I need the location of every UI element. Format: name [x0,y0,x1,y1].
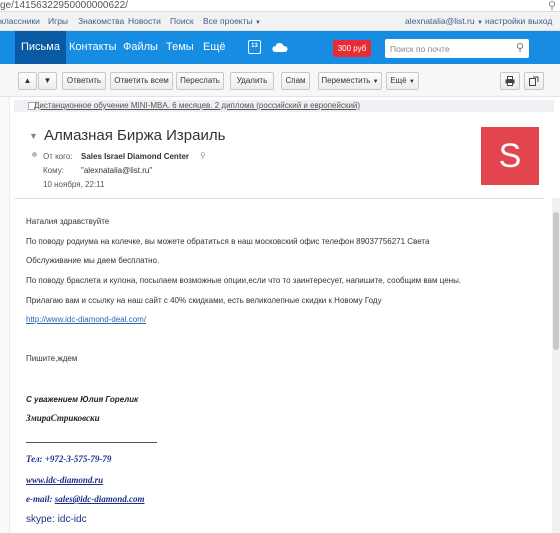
chevron-down-icon: ▼ [372,79,379,85]
main-nav: Письма Контакты Файлы Темы Ещё 13 300 ру… [0,31,560,64]
signature-email: e-mail: sales@idc-diamond.com [26,494,144,504]
left-sidebar-edge [0,97,10,533]
recipient[interactable]: "alexnatalia@list.ru" [81,166,152,175]
delete-button[interactable]: Удалить [230,72,274,90]
reply-button[interactable]: Ответить [62,72,106,90]
nav-topics[interactable]: Темы [160,31,200,64]
body-paragraph-1: По поводу родиума на колечке, вы можете … [26,237,430,246]
move-button[interactable]: Переместить ▼ [318,72,382,90]
collapse-icon[interactable]: ▼ [29,131,38,141]
body-paragraph-3: По поводу браслета и кулона, посылаем во… [26,276,462,285]
avatar: S [481,127,539,185]
balance-button[interactable]: 300 руб [333,40,371,57]
chevron-down-icon: ▼ [408,79,415,85]
portal-link-search[interactable]: Поиск [170,16,194,26]
more-label: Ещё [390,76,407,85]
thread-subject-link[interactable]: Дистанционное обучение MINI-MBA. 6 месяц… [34,101,360,110]
body-link[interactable]: http://www.idc-diamond-deal.com/ [26,315,146,324]
unread-dot-icon[interactable] [32,152,37,157]
reply-all-button[interactable]: Ответить всем [110,72,173,90]
search-icon[interactable]: ⚲ [548,0,556,12]
nav-mail[interactable]: Письма [15,31,66,64]
nav-files[interactable]: Файлы [117,31,164,64]
body-greeting: Наталия здравствуйте [26,217,110,226]
portal-link-dating[interactable]: Знакомства [78,16,124,26]
body-paragraph-4: Прилагаю вам и ссылку на наш сайт с 40% … [26,296,382,305]
message-toolbar: ▲ ▼ Ответить Ответить всем Переслать Уда… [0,64,560,97]
forward-button[interactable]: Переслать [176,72,224,90]
user-email-label: alexnatalia@list.ru [405,16,475,26]
signature-email-link[interactable]: sales@idc-diamond.com [55,494,145,504]
to-label: Кому: [43,166,64,175]
search-input[interactable] [385,39,505,58]
mail-search[interactable]: ⚲ [385,39,529,58]
next-message-button[interactable]: ▼ [38,72,57,90]
signature-site[interactable]: www.idc-diamond.ru [26,475,103,485]
body-paragraph-2: Обслуживание мы даем бесплатно. [26,256,160,265]
chevron-down-icon: ▼ [476,20,483,26]
all-projects-label: Все проекты [203,16,253,26]
portal-link-odnoklassniki[interactable]: классники [0,16,40,26]
logout-link[interactable]: выход [528,16,552,26]
expand-icon [529,76,539,86]
portal-link-news[interactable]: Новости [128,16,161,26]
signature-divider [26,442,157,443]
prev-message-button[interactable]: ▲ [18,72,37,90]
nav-more[interactable]: Ещё [197,31,232,64]
thread-row[interactable]: Дистанционное обучение MINI-MBA. 6 месяц… [14,100,554,112]
portal-link-games[interactable]: Игры [48,16,68,26]
print-button[interactable] [500,72,520,90]
nav-contacts[interactable]: Контакты [63,31,123,64]
open-new-window-button[interactable] [524,72,544,90]
user-email[interactable]: alexnatalia@list.ru ▼ [405,16,483,26]
browser-url-bar[interactable]: ge/14156322950000000622/ ⚲ [0,0,560,12]
sender-name[interactable]: Sales Israel Diamond Center [81,152,189,161]
signature-site-link[interactable]: www.idc-diamond.ru [26,475,103,485]
settings-link[interactable]: настройки [485,16,525,26]
chevron-down-icon: ▼ [255,20,261,26]
scrollbar[interactable] [552,198,560,533]
arrow-down-icon: ▼ [43,76,52,85]
signature-email-label: e-mail: [26,494,53,504]
print-icon [505,76,515,86]
email-subject: Алмазная Биржа Израиль [44,127,226,144]
header-divider [14,198,545,199]
search-icon[interactable]: ⚲ [516,41,524,54]
signature-phone: Тел: +972-3-575-79-79 [26,454,112,464]
portal-bar: классники Игры Знакомства Новости Поиск … [0,12,560,31]
email-date: 10 ноября, 22:11 [43,180,105,189]
scrollbar-thumb[interactable] [553,212,559,350]
cloud-icon[interactable] [272,41,288,53]
more-button[interactable]: Ещё ▼ [386,72,419,90]
portal-link-all-projects[interactable]: Все проекты ▼ [203,16,261,26]
from-label: От кого: [43,152,73,161]
spam-button[interactable]: Спам [281,72,310,90]
url-text[interactable]: ge/14156322950000000622/ [0,0,128,11]
arrow-up-icon: ▲ [23,76,32,85]
signature-regards: С уважением Юлия Горелик [26,395,139,404]
signature-skype: skype: idc-idc [26,514,87,525]
sender-search-icon[interactable]: ⚲ [200,151,206,160]
signature-name: ЗмираСтриковски [26,413,100,423]
body-closing: Пишите,ждем [26,354,78,363]
move-label: Переместить [321,76,371,85]
calendar-icon[interactable]: 13 [248,40,261,54]
